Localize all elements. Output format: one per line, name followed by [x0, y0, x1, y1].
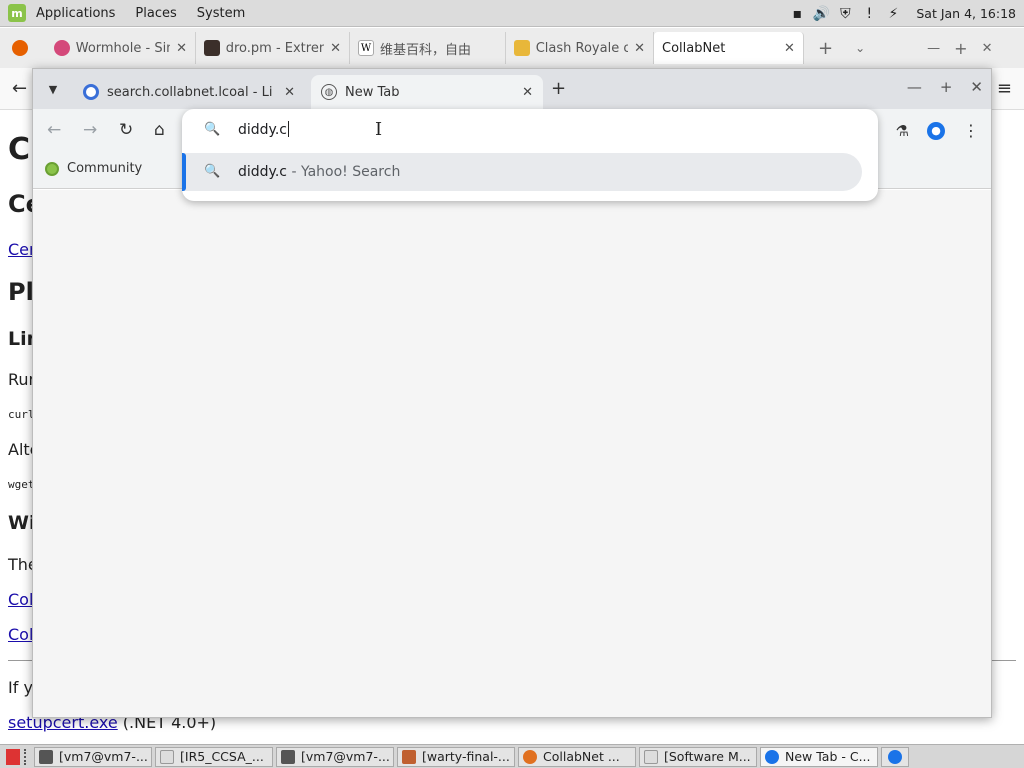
- profile-avatar-icon[interactable]: ●: [927, 121, 945, 140]
- minimize-icon[interactable]: —: [927, 41, 940, 56]
- taskbar-item[interactable]: [vm7@vm7-...: [34, 746, 152, 767]
- back-arrow-icon[interactable]: ←: [47, 120, 61, 140]
- window-controls: — + ✕: [907, 78, 983, 96]
- chrome-tabstrip: ▼ search.collabnet.lcoal - Linu ✕ ◍ New …: [33, 69, 991, 109]
- firefox-tabbar: Wormhole - Sim ✕ dro.pm - Extren ✕ W 维基百科，…: [0, 28, 1024, 68]
- reload-icon[interactable]: ↻: [119, 120, 133, 140]
- list-tabs-icon[interactable]: ⌄: [855, 41, 865, 55]
- omnibox-dropdown: 🔍 diddy.c I 🔍 diddy.c - Yahoo! Search: [182, 109, 878, 201]
- close-icon[interactable]: ✕: [970, 78, 983, 96]
- new-tab-content: [33, 190, 991, 717]
- address-input[interactable]: 🔍 diddy.c I: [182, 109, 878, 153]
- wormhole-icon: [54, 40, 70, 56]
- shield-icon[interactable]: ⛨: [836, 5, 854, 23]
- software-manager-icon: [644, 749, 658, 764]
- maximize-icon[interactable]: +: [940, 78, 953, 96]
- firefox-tab-dropm[interactable]: dro.pm - Extren ✕: [196, 32, 350, 64]
- system-tray: ▪ 🔊 ⛨ ! ⚡ Sat Jan 4, 16:18: [788, 0, 1024, 27]
- document-icon: [160, 749, 174, 764]
- dropm-icon: [204, 40, 220, 56]
- clock[interactable]: Sat Jan 4, 16:18: [916, 6, 1016, 21]
- close-tab-icon[interactable]: ✕: [284, 85, 295, 100]
- paragraph: If y: [8, 678, 33, 697]
- top-panel: m Applications Places System ▪ 🔊 ⛨ ! ⚡ S…: [0, 0, 1024, 27]
- collabnet-link[interactable]: Col: [8, 625, 33, 644]
- new-tab-icon[interactable]: +: [551, 78, 566, 99]
- toolbar-right: ⚗ ● ⋮: [896, 121, 979, 140]
- image-viewer-icon: [402, 749, 416, 764]
- taskbar-item-active[interactable]: New Tab - C...: [760, 746, 878, 767]
- close-tab-icon[interactable]: ✕: [784, 41, 795, 56]
- suggestion-text: diddy.c: [238, 164, 287, 180]
- collabnet-link[interactable]: Col: [8, 590, 33, 609]
- suggestion-engine: - Yahoo! Search: [287, 164, 401, 180]
- menu-system[interactable]: System: [187, 6, 255, 21]
- kebab-menu-icon[interactable]: ⋮: [963, 121, 979, 140]
- search-icon: 🔍: [204, 122, 221, 137]
- taskbar-item[interactable]: [IR5_CCSA_...: [155, 746, 273, 767]
- page-heading: C: [8, 132, 31, 167]
- community-icon: [45, 161, 59, 176]
- text-caret: [288, 121, 289, 137]
- chrome-icon: [888, 749, 902, 764]
- terminal-indicator-icon[interactable]: ▪: [788, 5, 806, 23]
- code-line: curl: [8, 408, 35, 421]
- forward-arrow-icon[interactable]: →: [83, 120, 97, 140]
- taskbar-item[interactable]: [Software M...: [639, 746, 757, 767]
- menu-applications[interactable]: Applications: [26, 6, 125, 21]
- maximize-icon[interactable]: +: [954, 39, 967, 58]
- hamburger-menu-icon[interactable]: ≡: [997, 78, 1012, 99]
- close-icon[interactable]: ✕: [982, 41, 993, 56]
- labs-flask-icon[interactable]: ⚗: [896, 122, 909, 140]
- mint-menu-icon[interactable]: m: [8, 4, 26, 22]
- close-tab-icon[interactable]: ✕: [176, 41, 187, 56]
- terminal-icon: [39, 749, 53, 764]
- collabnet-favicon-icon: [83, 84, 99, 100]
- taskbar-item[interactable]: [vm7@vm7-...: [276, 746, 394, 767]
- new-tab-icon[interactable]: +: [818, 38, 833, 59]
- firefox-icon: [523, 749, 537, 764]
- firefox-tab-collabnet[interactable]: CollabNet ✕: [654, 32, 804, 64]
- show-desktop-icon[interactable]: [6, 748, 20, 765]
- volume-icon[interactable]: 🔊: [812, 5, 830, 23]
- back-arrow-icon[interactable]: ←: [12, 78, 27, 99]
- minimize-icon[interactable]: —: [907, 78, 922, 96]
- address-text: diddy.c: [238, 122, 287, 138]
- section-heading: Pl: [8, 278, 34, 306]
- clash-royale-icon: [514, 40, 530, 56]
- close-tab-icon[interactable]: ✕: [330, 41, 341, 56]
- home-icon[interactable]: ⌂: [154, 120, 165, 140]
- chrome-icon: [765, 749, 779, 764]
- taskbar-item[interactable]: CollabNet ...: [518, 746, 636, 767]
- firefox-tab-wormhole[interactable]: Wormhole - Sim ✕: [46, 32, 196, 64]
- update-notice-icon[interactable]: !: [860, 5, 878, 23]
- close-tab-icon[interactable]: ✕: [634, 41, 645, 56]
- chrome-tab-search-collabnet[interactable]: search.collabnet.lcoal - Linu ✕: [73, 75, 305, 109]
- firefox-tab-wikipedia[interactable]: W 维基百科，自由: [350, 32, 506, 64]
- network-icon[interactable]: ⚡: [884, 5, 902, 23]
- taskbar: [vm7@vm7-... [IR5_CCSA_... [vm7@vm7-... …: [0, 744, 1024, 768]
- globe-icon: ◍: [321, 84, 337, 100]
- chrome-tab-new-tab[interactable]: ◍ New Tab ✕: [311, 75, 543, 109]
- firefox-icon: [12, 40, 28, 56]
- terminal-icon: [281, 749, 295, 764]
- taskbar-item[interactable]: [881, 746, 909, 767]
- search-icon: 🔍: [204, 164, 221, 179]
- taskbar-grip: [24, 748, 30, 765]
- taskbar-item[interactable]: [warty-final-...: [397, 746, 515, 767]
- bookmark-community[interactable]: Community: [45, 161, 142, 176]
- selection-indicator: [182, 153, 186, 191]
- tab-search-dropdown-icon[interactable]: ▼: [43, 79, 63, 99]
- menu-places[interactable]: Places: [125, 6, 186, 21]
- firefox-tab-clash-royale[interactable]: Clash Royale on✕: [506, 32, 654, 64]
- wikipedia-icon: W: [358, 40, 374, 56]
- ibeam-cursor-icon: I: [375, 119, 383, 140]
- code-line: wget: [8, 478, 35, 491]
- suggestion-row[interactable]: 🔍 diddy.c - Yahoo! Search: [182, 153, 862, 191]
- close-tab-icon[interactable]: ✕: [522, 85, 533, 100]
